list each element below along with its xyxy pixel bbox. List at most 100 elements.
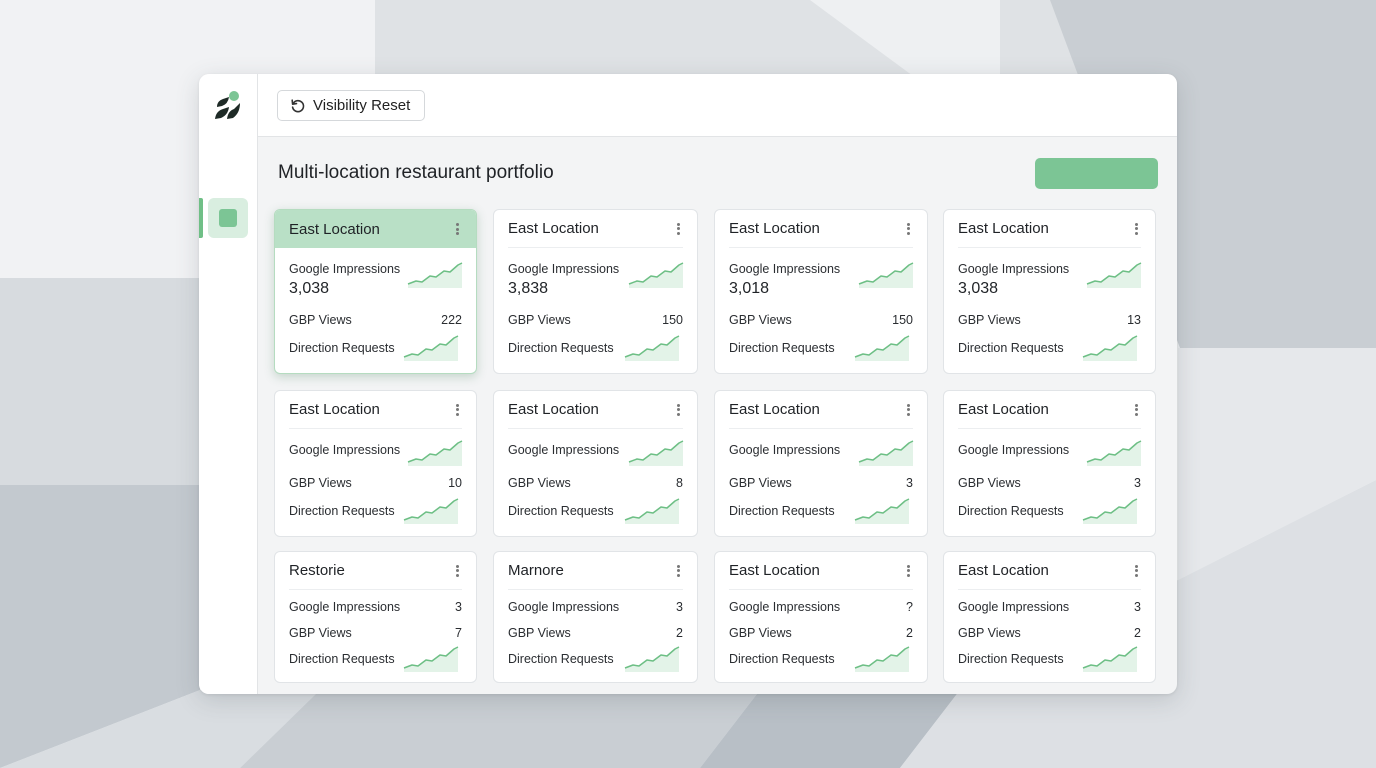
card-title: East Location: [289, 401, 380, 418]
direction-requests-sparkline: [1082, 335, 1138, 361]
gbp-views-label: GBP Views: [289, 313, 352, 327]
location-card[interactable]: East Location Google Impressions GBP Vie…: [943, 390, 1156, 537]
location-card[interactable]: East Location Google Impressions ? GBP V…: [714, 551, 928, 683]
impressions-label: Google Impressions: [508, 262, 620, 276]
direction-requests-label: Direction Requests: [508, 341, 614, 355]
gbp-views-label: GBP Views: [958, 626, 1021, 640]
direction-requests-sparkline: [854, 335, 910, 361]
kebab-menu-icon[interactable]: [452, 403, 462, 417]
kebab-menu-icon[interactable]: [452, 222, 462, 236]
card-title: East Location: [508, 401, 599, 418]
page-title: Multi-location restaurant portfolio: [278, 162, 554, 183]
direction-requests-sparkline: [624, 335, 680, 361]
card-header: Restorie: [289, 552, 462, 590]
card-header: East Location: [729, 552, 913, 590]
sidebar: [199, 74, 258, 694]
impressions-label: Google Impressions: [289, 443, 401, 457]
impressions-label: Google Impressions: [729, 600, 841, 614]
kebab-menu-icon[interactable]: [673, 222, 683, 236]
card-header: East Location: [958, 391, 1141, 429]
gbp-views-value: 13: [1127, 313, 1141, 327]
gbp-views-label: GBP Views: [508, 476, 571, 490]
card-title: Marnore: [508, 562, 564, 579]
kebab-menu-icon[interactable]: [903, 403, 913, 417]
gbp-views-value: 150: [662, 313, 683, 327]
direction-requests-sparkline: [854, 498, 910, 524]
impressions-sparkline: [1086, 440, 1142, 466]
location-card[interactable]: East Location Google Impressions 3,038 G…: [943, 209, 1156, 374]
primary-action-button[interactable]: [1035, 158, 1158, 189]
impressions-label: Google Impressions: [729, 443, 841, 457]
card-title: East Location: [289, 220, 380, 238]
card-title: East Location: [508, 220, 599, 237]
location-card[interactable]: East Location Google Impressions GBP Vie…: [274, 390, 477, 537]
location-card[interactable]: East Location Google Impressions 3 GBP V…: [943, 551, 1156, 683]
kebab-menu-icon[interactable]: [673, 564, 683, 578]
gbp-views-value: 10: [448, 476, 462, 490]
impressions-label: Google Impressions: [289, 600, 401, 614]
kebab-menu-icon[interactable]: [903, 222, 913, 236]
direction-requests-sparkline: [624, 498, 680, 524]
direction-requests-label: Direction Requests: [289, 652, 395, 666]
kebab-menu-icon[interactable]: [1131, 564, 1141, 578]
kebab-menu-icon[interactable]: [1131, 222, 1141, 236]
impressions-sparkline: [628, 262, 684, 288]
location-card[interactable]: East Location Google Impressions 3,838 G…: [493, 209, 698, 374]
impressions-sparkline: [407, 440, 463, 466]
dashboard-icon: [219, 209, 237, 227]
card-header: East Location: [508, 391, 683, 429]
impressions-value: 3,018: [729, 280, 770, 297]
gbp-views-label: GBP Views: [508, 626, 571, 640]
top-toolbar: Visibility Reset: [258, 74, 1177, 137]
card-title: East Location: [958, 562, 1049, 579]
location-card[interactable]: East Location Google Impressions GBP Vie…: [493, 390, 698, 537]
app-window: Visibility Reset Multi-location restaura…: [199, 74, 1177, 694]
sidebar-item-dashboard[interactable]: [208, 198, 248, 238]
kebab-menu-icon[interactable]: [452, 564, 462, 578]
impressions-sparkline: [1086, 262, 1142, 288]
gbp-views-value: 7: [455, 626, 462, 640]
location-card[interactable]: Restorie Google Impressions 3 GBP Views …: [274, 551, 477, 683]
direction-requests-label: Direction Requests: [729, 652, 835, 666]
gbp-views-label: GBP Views: [958, 313, 1021, 327]
direction-requests-label: Direction Requests: [729, 504, 835, 518]
card-title: East Location: [729, 401, 820, 418]
impressions-sparkline: [407, 262, 463, 288]
location-card[interactable]: East Location Google Impressions GBP Vie…: [714, 390, 928, 537]
card-header: East Location: [289, 391, 462, 429]
nav-active-indicator: [199, 198, 203, 238]
direction-requests-label: Direction Requests: [958, 504, 1064, 518]
impressions-label: Google Impressions: [958, 600, 1070, 614]
direction-requests-label: Direction Requests: [289, 504, 395, 518]
impressions-label: Google Impressions: [729, 262, 841, 276]
impressions-value: 3: [1134, 600, 1141, 614]
card-header: East Location: [958, 210, 1141, 248]
direction-requests-sparkline: [403, 498, 459, 524]
direction-requests-sparkline: [854, 646, 910, 672]
gbp-views-label: GBP Views: [958, 476, 1021, 490]
impressions-sparkline: [628, 440, 684, 466]
gbp-views-label: GBP Views: [289, 626, 352, 640]
impressions-value: ?: [906, 600, 913, 614]
card-title: East Location: [958, 220, 1049, 237]
kebab-menu-icon[interactable]: [1131, 403, 1141, 417]
impressions-value: 3,038: [289, 280, 330, 297]
direction-requests-sparkline: [1082, 498, 1138, 524]
location-card[interactable]: East Location Google Impressions 3,038 G…: [274, 209, 477, 374]
card-title: East Location: [729, 220, 820, 237]
impressions-label: Google Impressions: [508, 600, 620, 614]
location-card[interactable]: Marnore Google Impressions 3 GBP Views 2…: [493, 551, 698, 683]
impressions-value: 3,838: [508, 280, 549, 297]
location-card[interactable]: East Location Google Impressions 3,018 G…: [714, 209, 928, 374]
impressions-sparkline: [858, 262, 914, 288]
kebab-menu-icon[interactable]: [903, 564, 913, 578]
impressions-label: Google Impressions: [289, 262, 401, 276]
visibility-reset-label: Visibility Reset: [313, 97, 411, 114]
visibility-reset-button[interactable]: Visibility Reset: [277, 90, 426, 121]
card-header: East Location: [275, 210, 476, 248]
gbp-views-label: GBP Views: [289, 476, 352, 490]
card-title: East Location: [958, 401, 1049, 418]
kebab-menu-icon[interactable]: [673, 403, 683, 417]
gbp-views-value: 222: [441, 313, 462, 327]
gbp-views-value: 3: [906, 476, 913, 490]
